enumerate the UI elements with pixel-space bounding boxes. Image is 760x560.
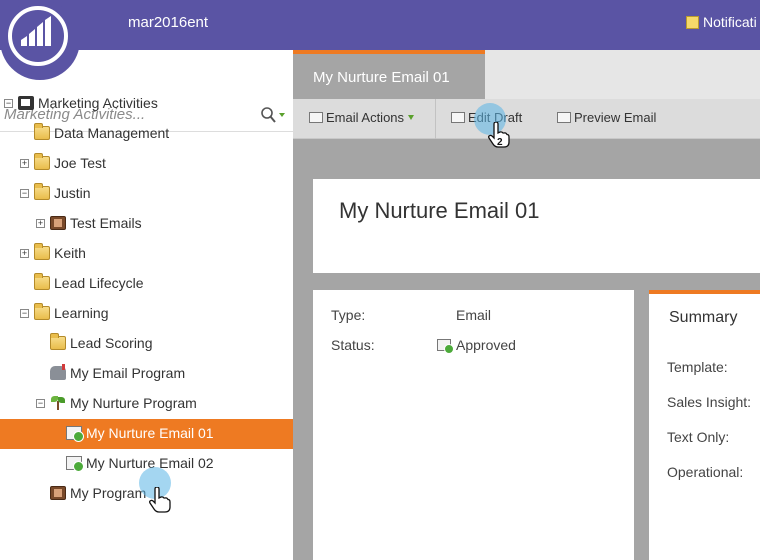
expand-toggle-icon[interactable]: +	[20, 159, 29, 168]
edit-draft-icon	[451, 112, 465, 123]
summary-sales-insight-label: Sales Insight:	[667, 394, 752, 410]
email-actions-label: Email Actions	[326, 110, 405, 125]
page-title: My Nurture Email 01	[339, 198, 540, 223]
tree-item-label: Lead Lifecycle	[54, 275, 144, 291]
summary-text-only-label: Text Only:	[667, 429, 730, 445]
toolbar-divider	[435, 99, 436, 139]
summary-template-label: Template:	[667, 359, 728, 375]
tree-item-label: Joe Test	[54, 155, 106, 171]
email-actions-button[interactable]: Email Actions	[309, 110, 415, 125]
tree-item-label: My Program	[70, 485, 147, 501]
folder-icon	[34, 273, 50, 290]
status-value-text: Approved	[456, 337, 516, 353]
marketing-activities-icon	[18, 96, 34, 110]
nurture-program-icon	[50, 396, 66, 410]
step-1-number: 1	[163, 502, 169, 513]
step-2-number: 2	[497, 137, 503, 148]
tree-item[interactable]: Lead Lifecycle	[0, 269, 293, 299]
program-icon	[50, 216, 66, 230]
tree-item-label: My Nurture Email 01	[86, 425, 214, 441]
notification-icon	[686, 16, 699, 29]
email-icon	[66, 426, 84, 442]
tab-bar: My Nurture Email 01	[293, 50, 760, 99]
notifications-label: Notificati	[703, 14, 757, 30]
account-name[interactable]: mar2016ent	[128, 14, 208, 31]
preview-email-label: Preview Email	[574, 110, 657, 125]
summary-card: Summary Template: Sales Insight: Text On…	[649, 290, 760, 560]
dropdown-caret-icon	[408, 115, 415, 120]
tree-item-label: My Email Program	[70, 365, 186, 381]
type-label: Type:	[331, 307, 366, 323]
folder-icon	[34, 303, 50, 320]
tree-item[interactable]: Lead Scoring	[0, 329, 293, 359]
email-program-icon	[50, 364, 66, 380]
email-info-card: Type: Email Status: Approved	[313, 290, 634, 560]
program-icon	[50, 486, 66, 500]
status-value: Approved	[437, 337, 516, 354]
tree-item-label: Marketing Activities	[38, 95, 158, 111]
top-bar: mar2016ent Notificati	[0, 0, 760, 50]
logo-bars-icon	[21, 16, 51, 46]
preview-email-icon	[557, 112, 571, 123]
toolbar: Email Actions Edit Draft Preview Email	[293, 99, 760, 139]
tree-item[interactable]: − My Nurture Program	[0, 389, 293, 419]
tree-item-label: Test Emails	[70, 215, 142, 231]
tree-item-label: Lead Scoring	[70, 335, 153, 351]
email-title-card: My Nurture Email 01	[313, 179, 760, 273]
tree-item-label: Keith	[54, 245, 86, 261]
type-value: Email	[456, 307, 492, 323]
collapse-toggle-icon[interactable]: −	[20, 189, 29, 198]
expand-toggle-icon[interactable]: +	[36, 219, 45, 228]
summary-operational-label: Operational:	[667, 464, 744, 480]
folder-icon	[34, 183, 50, 200]
preview-email-button[interactable]: Preview Email	[557, 110, 656, 125]
approved-status-icon	[437, 339, 454, 354]
tree-item[interactable]: + Test Emails	[0, 209, 293, 239]
folder-icon	[34, 153, 50, 170]
tab-my-nurture-email-01[interactable]: My Nurture Email 01	[293, 50, 485, 99]
notifications-button[interactable]: Notificati	[686, 14, 757, 30]
expand-toggle-icon[interactable]: +	[20, 249, 29, 258]
collapse-toggle-icon[interactable]: −	[4, 99, 13, 108]
tree-item-label: Justin	[54, 185, 91, 201]
collapse-toggle-icon[interactable]: −	[20, 309, 29, 318]
summary-title: Summary	[669, 309, 738, 326]
tab-label: My Nurture Email 01	[313, 69, 450, 86]
email-actions-icon	[309, 112, 323, 123]
tree-item[interactable]: + Keith	[0, 239, 293, 269]
tree-item[interactable]: − Marketing Activities	[0, 89, 293, 119]
marketo-logo[interactable]	[0, 0, 80, 80]
tree-item[interactable]: − Justin	[0, 179, 293, 209]
tree-item[interactable]: My Nurture Email 01	[0, 419, 293, 449]
email-icon	[66, 456, 84, 472]
tree-item-label: My Nurture Program	[70, 395, 197, 411]
tree-item[interactable]: Data Management	[0, 119, 293, 149]
tree-item[interactable]: My Email Program	[0, 359, 293, 389]
tree-item[interactable]: + Joe Test	[0, 149, 293, 179]
folder-icon	[34, 243, 50, 260]
tree-item-label: Learning	[54, 305, 109, 321]
folder-icon	[34, 123, 50, 140]
marketing-activities-tree: − Marketing Activities Data Management + Joe…	[0, 89, 293, 509]
status-label: Status:	[331, 337, 375, 353]
tree-item-label: Data Management	[54, 125, 170, 141]
collapse-toggle-icon[interactable]: −	[36, 399, 45, 408]
tree-item[interactable]: − Learning	[0, 299, 293, 329]
folder-icon	[50, 333, 66, 350]
